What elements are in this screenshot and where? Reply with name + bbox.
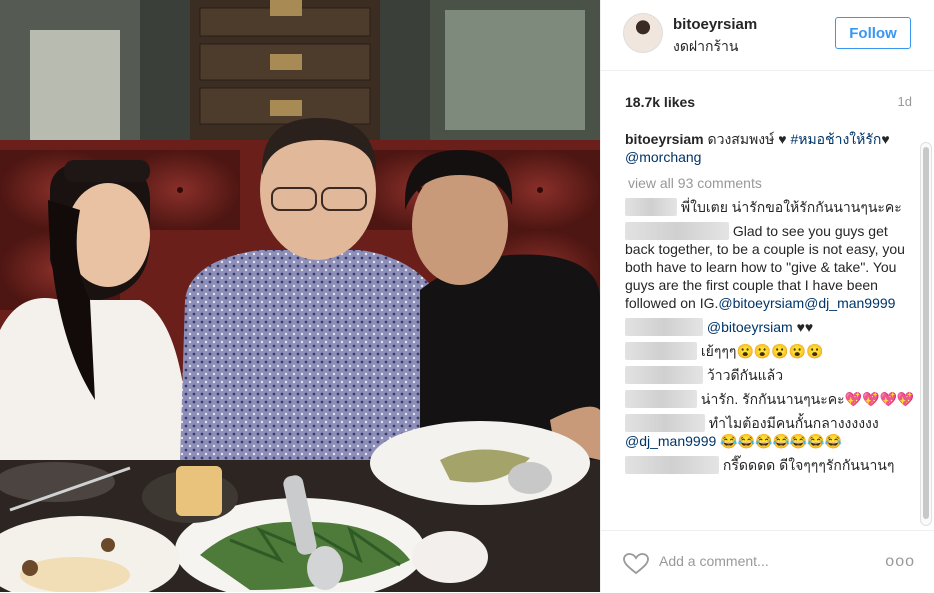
follow-button[interactable]: Follow (835, 17, 911, 49)
avatar[interactable] (623, 13, 663, 53)
likes-count[interactable]: 18.7k likes (625, 94, 695, 110)
list-item: ว้าวดีกันแล้ว (625, 366, 917, 384)
comment-text-2: 😂😂😂😂😂😂😂 (716, 433, 843, 449)
post-photo-image (0, 0, 600, 592)
scrollbar-thumb[interactable] (923, 147, 929, 519)
comment-text: เย้ๆๆๆ😮😮😮😮😮 (700, 343, 824, 359)
more-options-icon[interactable]: ooo (885, 553, 915, 571)
redacted-username[interactable] (625, 366, 703, 384)
post-photo[interactable] (0, 0, 600, 592)
post-header: bitoeyrsiam งดฝากร้าน Follow (601, 0, 934, 71)
add-comment-input[interactable]: Add a comment... (659, 553, 769, 569)
comment-mention[interactable]: @bitoeyrsiam (707, 319, 793, 335)
caption-mention[interactable]: @morchang (625, 149, 701, 165)
comment-text: กรี๊ดดดด ดีใจๆๆๆรักกันนานๆ (722, 457, 895, 473)
post-time: 1d (897, 94, 912, 109)
list-item: น่ารัก. รักกันนานๆนะคะ💖💖💖💖 (625, 390, 917, 408)
redacted-username[interactable] (625, 390, 697, 408)
view-all-comments-link[interactable]: view all 93 comments (628, 174, 917, 192)
comment-text: ทำไมต้องมีคนกั้นกลางงงงงง (708, 415, 879, 431)
list-item: Glad to see you guys get back together, … (625, 222, 917, 312)
comments-scrollbar[interactable] (920, 142, 932, 526)
list-item: กรี๊ดดดด ดีใจๆๆๆรักกันนานๆ (625, 456, 917, 474)
caption-username[interactable]: bitoeyrsiam (625, 131, 704, 147)
heart-outline-icon[interactable] (623, 553, 649, 575)
redacted-username[interactable] (625, 456, 719, 474)
redacted-username[interactable] (625, 318, 703, 336)
comment-mention[interactable]: @bitoeyrsiam@dj_man9999 (718, 295, 895, 311)
post-location[interactable]: งดฝากร้าน (673, 36, 738, 58)
redacted-username[interactable] (625, 414, 705, 432)
post-username[interactable]: bitoeyrsiam (673, 16, 757, 33)
comment-text: น่ารัก. รักกันนานๆนะคะ💖💖💖💖 (700, 391, 915, 407)
caption: bitoeyrsiam ดวงสมพงษ์ ♥ #หมอช้างให้รัก♥ … (625, 130, 917, 166)
redacted-username[interactable] (625, 222, 729, 240)
redacted-username[interactable] (625, 198, 677, 216)
list-item: เย้ๆๆๆ😮😮😮😮😮 (625, 342, 917, 360)
comments-list[interactable]: bitoeyrsiam ดวงสมพงษ์ ♥ #หมอช้างให้รัก♥ … (625, 130, 917, 522)
caption-hashtag[interactable]: #หมอช้างให้รัก (790, 131, 881, 147)
list-item: พี่ใบเตย น่ารักขอให้รักกันนานๆนะคะ (625, 198, 917, 216)
list-item: @bitoeyrsiam ♥♥ (625, 318, 917, 336)
comment-mention[interactable]: @dj_man9999 (625, 433, 716, 449)
caption-text: ดวงสมพงษ์ ♥ (707, 131, 791, 147)
comment-text: พี่ใบเตย น่ารักขอให้รักกันนานๆนะคะ (680, 199, 902, 215)
caption-text-2: ♥ (881, 131, 890, 147)
comment-text: ว้าวดีกันแล้ว (706, 367, 784, 383)
redacted-username[interactable] (625, 342, 697, 360)
comment-text: ♥♥ (792, 319, 814, 335)
post-panel: bitoeyrsiam งดฝากร้าน Follow 18.7k likes… (600, 0, 934, 592)
list-item: ทำไมต้องมีคนกั้นกลางงงงงง @dj_man9999 😂😂… (625, 414, 917, 450)
comment-footer: Add a comment... ooo (601, 530, 934, 593)
